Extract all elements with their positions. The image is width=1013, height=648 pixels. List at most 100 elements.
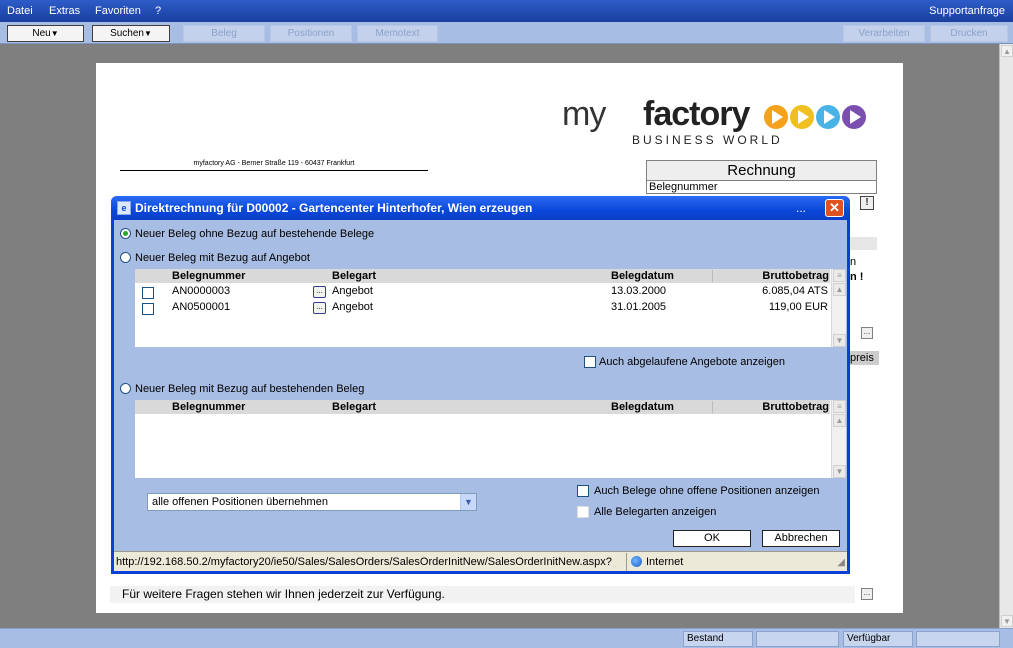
footer-ellipsis-icon[interactable]: ... xyxy=(861,588,873,600)
invoice-title: Rechnung xyxy=(647,161,876,181)
col-belegart: Belegart xyxy=(332,401,377,413)
neu-label: Neu xyxy=(32,28,51,39)
check-expired-offers[interactable]: Auch abgelaufene Angebote anzeigen xyxy=(584,356,785,368)
drucken-button[interactable]: Drucken xyxy=(930,25,1008,42)
page-fragment-warn: n ! xyxy=(850,271,864,283)
checkbox[interactable] xyxy=(584,356,596,368)
scroll-up-icon[interactable]: ▲ xyxy=(833,414,846,427)
logo-text-factory: factory xyxy=(643,95,750,133)
checkbox[interactable] xyxy=(577,485,589,497)
status-bar: Bestand Verfügbar xyxy=(0,628,1013,648)
row-belegnummer: AN0500001 xyxy=(172,301,231,313)
footer-text: Für weitere Fragen stehen wir Ihnen jede… xyxy=(110,586,855,603)
offers-table: Belegnummer Belegart Belegdatum Bruttobe… xyxy=(134,268,847,348)
row-belegdatum: 31.01.2005 xyxy=(611,301,667,313)
col-belegdatum: Belegdatum xyxy=(611,401,674,413)
dialog-body: Neuer Beleg ohne Bezug auf bestehende Be… xyxy=(114,220,847,551)
positionen-button[interactable]: Positionen xyxy=(270,25,352,42)
table-row[interactable]: AN0000003 ... Angebot 13.03.2000 6.085,0… xyxy=(135,284,830,300)
myfactory-logo: my factory BUSINESS WORLD xyxy=(562,95,882,155)
radio-button[interactable] xyxy=(120,383,131,394)
menu-extras[interactable]: Extras xyxy=(49,5,80,17)
status-bestand: Bestand xyxy=(683,631,753,647)
documents-table-scrollbar[interactable]: ≡ ▲ ▼ xyxy=(831,400,846,478)
chevron-down-icon: ▼ xyxy=(50,29,59,38)
dialog-title-dots: ... xyxy=(796,201,807,215)
dropdown-arrow-icon[interactable]: ▼ xyxy=(460,494,476,510)
neu-button[interactable]: Neu▼ xyxy=(7,25,84,42)
memotext-button[interactable]: Memotext xyxy=(357,25,438,42)
row-belegdatum: 13.03.2000 xyxy=(611,285,667,297)
radio-no-reference[interactable]: Neuer Beleg ohne Bezug auf bestehende Be… xyxy=(120,228,374,240)
logo-text-my: my xyxy=(562,95,606,133)
toolbar: Neu▼ Suchen▼ Beleg Positionen Memotext V… xyxy=(0,22,1013,44)
scroll-top-icon[interactable]: ≡ xyxy=(833,400,846,413)
offers-table-scrollbar[interactable]: ≡ ▲ ▼ xyxy=(831,269,846,347)
documents-table-header: Belegnummer Belegart Belegdatum Bruttobe… xyxy=(135,400,830,414)
menu-datei[interactable]: Datei xyxy=(7,5,33,17)
row-belegnummer: AN0000003 xyxy=(172,285,231,297)
scroll-up-icon[interactable]: ▲ xyxy=(833,283,846,296)
suchen-label: Suchen xyxy=(110,28,144,39)
dialog-titlebar[interactable]: e Direktrechnung für D00002 - Gartencent… xyxy=(111,196,850,220)
col-belegnummer: Belegnummer xyxy=(172,401,246,413)
checkbox[interactable] xyxy=(577,506,589,518)
table-row[interactable]: AN0500001 ... Angebot 31.01.2005 119,00 … xyxy=(135,300,830,316)
suchen-button[interactable]: Suchen▼ xyxy=(92,25,170,42)
page-fragment-n: n xyxy=(850,256,857,268)
page-field xyxy=(850,237,877,250)
scroll-down-icon[interactable]: ▼ xyxy=(833,334,846,347)
radio-button-selected[interactable] xyxy=(120,228,131,239)
resize-grip-icon[interactable]: ◢ xyxy=(837,554,845,572)
direktrechnung-dialog: e Direktrechnung für D00002 - Gartencent… xyxy=(111,196,850,574)
invoice-header-box: Rechnung Belegnummer xyxy=(646,160,877,194)
cancel-button[interactable]: Abbrechen xyxy=(762,530,840,547)
dialog-title: Direktrechnung für D00002 - Gartencenter… xyxy=(135,201,533,215)
positions-select[interactable]: alle offenen Positionen übernehmen ▼ xyxy=(147,493,477,511)
offers-table-header: Belegnummer Belegart Belegdatum Bruttobe… xyxy=(135,269,830,283)
check-all-types-label: Alle Belegarten anzeigen xyxy=(594,506,717,518)
col-belegnummer: Belegnummer xyxy=(172,270,246,282)
scroll-up-icon[interactable]: ▲ xyxy=(1001,45,1013,57)
scroll-down-icon[interactable]: ▼ xyxy=(833,465,846,478)
check-no-open-positions[interactable]: Auch Belege ohne offene Positionen anzei… xyxy=(577,485,819,497)
preis-header: preis xyxy=(850,351,879,365)
row-bruttobetrag: 6.085,04 ATS xyxy=(762,285,828,297)
security-zone-label: Internet xyxy=(646,556,684,568)
menu-favoriten[interactable]: Favoriten xyxy=(95,5,141,17)
dialog-statusbar: http://192.168.50.2/myfactory20/ie50/Sal… xyxy=(114,551,847,571)
status-bestand-value xyxy=(756,631,839,647)
positions-select-value: alle offenen Positionen übernehmen xyxy=(152,496,328,508)
dialog-app-icon: e xyxy=(117,201,131,215)
col-belegdatum: Belegdatum xyxy=(611,270,674,282)
row-belegart: Angebot xyxy=(332,301,373,313)
col-bruttobetrag: Bruttobetrag xyxy=(712,401,829,413)
col-bruttobetrag: Bruttobetrag xyxy=(712,270,829,282)
radio-document-reference-label: Neuer Beleg mit Bezug auf bestehenden Be… xyxy=(135,383,365,395)
menu-bar: Datei Extras Favoriten ? Supportanfrage xyxy=(0,0,1013,22)
menu-help[interactable]: ? xyxy=(155,5,161,17)
belegnummer-label: Belegnummer xyxy=(649,181,718,193)
radio-button[interactable] xyxy=(120,252,131,263)
logo-subtitle: BUSINESS WORLD xyxy=(632,133,783,147)
check-expired-label: Auch abgelaufene Angebote anzeigen xyxy=(599,356,785,368)
security-zone: Internet xyxy=(626,553,683,571)
workspace-scrollbar[interactable]: ▲ ▼ xyxy=(999,44,1013,628)
check-all-types[interactable]: Alle Belegarten anzeigen xyxy=(577,506,716,518)
col-belegart: Belegart xyxy=(332,270,377,282)
menu-supportanfrage[interactable]: Supportanfrage xyxy=(929,5,1005,17)
scroll-down-icon[interactable]: ▼ xyxy=(1001,615,1013,627)
ellipsis-icon[interactable]: ... xyxy=(861,327,873,339)
radio-document-reference[interactable]: Neuer Beleg mit Bezug auf bestehenden Be… xyxy=(120,383,364,395)
row-belegart: Angebot xyxy=(332,285,373,297)
sender-address: myfactory AG - Berner Straße 119 - 60437… xyxy=(120,160,428,171)
beleg-button[interactable]: Beleg xyxy=(183,25,265,42)
close-icon[interactable]: ✕ xyxy=(825,199,844,217)
scroll-top-icon[interactable]: ≡ xyxy=(833,269,846,282)
radio-offer-reference[interactable]: Neuer Beleg mit Bezug auf Angebot xyxy=(120,252,310,264)
globe-icon xyxy=(631,556,642,567)
alert-icon[interactable]: ! xyxy=(860,196,874,210)
documents-table: Belegnummer Belegart Belegdatum Bruttobe… xyxy=(134,399,847,479)
verarbeiten-button[interactable]: Verarbeiten xyxy=(843,25,925,42)
ok-button[interactable]: OK xyxy=(673,530,751,547)
